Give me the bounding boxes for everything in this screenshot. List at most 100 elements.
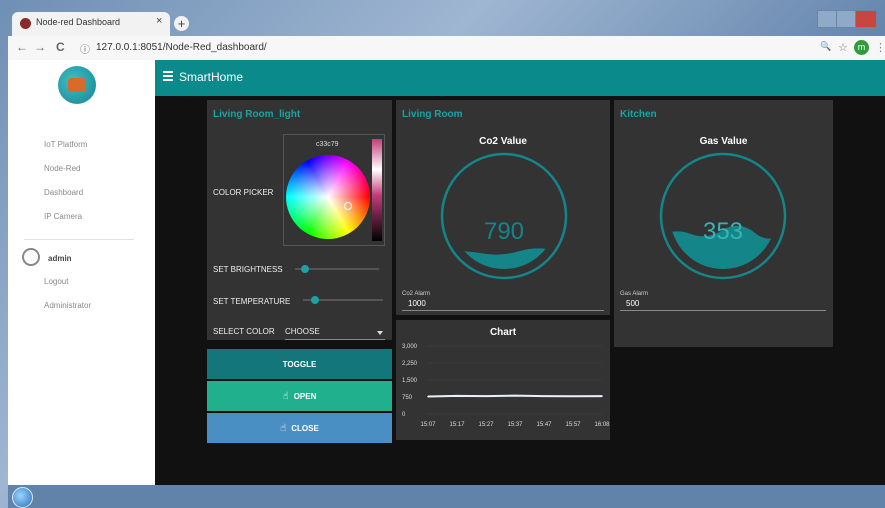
url-text: 127.0.0.1:8051/Node-Red_dashboard/ bbox=[96, 42, 267, 53]
gas-alarm-value[interactable]: 500 bbox=[626, 299, 639, 308]
new-tab-button[interactable]: + bbox=[174, 16, 189, 31]
kitchen-panel: Kitchen Gas Value 353 Gas Alarm 500 bbox=[614, 100, 833, 347]
panel-title: Kitchen bbox=[620, 109, 657, 120]
hand-pointer-icon: ☝ bbox=[282, 390, 289, 402]
minimize-button[interactable] bbox=[817, 10, 837, 28]
color-shade-slider[interactable] bbox=[372, 139, 382, 241]
user-icon bbox=[22, 248, 40, 266]
open-button[interactable]: ☝ OPEN bbox=[207, 381, 392, 411]
co2-alarm-value[interactable]: 1000 bbox=[408, 299, 426, 308]
chart-title: Chart bbox=[489, 327, 517, 338]
gas-gauge: 353 bbox=[659, 152, 787, 280]
sidebar-item-logout[interactable]: Logout bbox=[44, 277, 68, 286]
x-tick-label: 15:17 bbox=[449, 422, 465, 428]
co2-alarm-label: Co2 Alarm bbox=[402, 291, 431, 297]
brightness-label: SET BRIGHTNESS bbox=[213, 265, 283, 274]
chart-point bbox=[485, 395, 487, 397]
chart-panel: Chart 3,000 2,250 1,500 750 0 15:07 15:17 15:27… bbox=[396, 320, 610, 440]
x-tick-label: 16:08 bbox=[594, 422, 610, 428]
close-button-label: CLOSE bbox=[291, 423, 319, 433]
y-tick-label: 0 bbox=[402, 412, 406, 418]
sidebar-item-node-red[interactable]: Node-Red bbox=[44, 164, 80, 173]
favicon-icon bbox=[20, 18, 31, 29]
close-button[interactable]: ☝ CLOSE bbox=[207, 413, 392, 443]
sidebar-item-administrator[interactable]: Administrator bbox=[44, 301, 91, 310]
windows-start-button[interactable] bbox=[12, 487, 33, 508]
app-title: SmartHome bbox=[179, 70, 244, 84]
tab-title: Node-red Dashboard bbox=[36, 17, 121, 27]
chart-point bbox=[514, 394, 516, 397]
sidebar-item-ip-camera[interactable]: IP Camera bbox=[44, 212, 82, 221]
zoom-icon[interactable]: 🔍 bbox=[820, 41, 831, 52]
y-tick-label: 2,250 bbox=[402, 361, 418, 367]
window-close-button[interactable] bbox=[855, 10, 877, 28]
site-info-icon[interactable]: ⓘ bbox=[80, 41, 90, 56]
temperature-slider-knob[interactable] bbox=[311, 296, 319, 304]
temperature-slider[interactable] bbox=[303, 296, 383, 304]
living-room-panel: Living Room Co2 Value 790 Co2 Alarm 1000 bbox=[396, 100, 610, 315]
open-button-label: OPEN bbox=[293, 391, 317, 401]
toggle-button-label: TOGGLE bbox=[282, 359, 317, 369]
gas-gauge-value: 353 bbox=[703, 218, 743, 245]
x-tick-label: 15:27 bbox=[478, 422, 494, 428]
tab-close-icon[interactable]: × bbox=[156, 15, 162, 27]
chart-point bbox=[601, 395, 603, 397]
chart-point bbox=[543, 395, 545, 397]
back-icon[interactable]: ← bbox=[16, 40, 28, 54]
sidebar-divider bbox=[24, 239, 134, 240]
chevron-down-icon bbox=[377, 331, 383, 335]
app-logo bbox=[58, 66, 96, 104]
x-tick-label: 15:07 bbox=[420, 422, 436, 428]
color-picker-label: COLOR PICKER bbox=[213, 188, 274, 197]
select-color-label: SELECT COLOR bbox=[213, 327, 275, 336]
dropdown-underline bbox=[285, 339, 385, 340]
light-control-panel: Living Room_light COLOR PICKER c33c79 SE… bbox=[207, 100, 392, 340]
brightness-slider[interactable] bbox=[295, 265, 379, 273]
reload-icon[interactable]: C bbox=[56, 40, 65, 54]
y-tick-label: 750 bbox=[402, 395, 413, 401]
panel-title: Living Room_light bbox=[213, 109, 301, 120]
color-wheel[interactable] bbox=[286, 155, 370, 239]
y-tick-label: 1,500 bbox=[402, 378, 418, 384]
y-tick-label: 3,000 bbox=[402, 344, 418, 350]
sidebar-item-dashboard[interactable]: Dashboard bbox=[44, 188, 83, 197]
select-color-value: CHOOSE bbox=[285, 327, 320, 336]
hand-pointer-icon: ☝ bbox=[280, 422, 287, 434]
color-wheel-handle[interactable] bbox=[344, 202, 352, 210]
gas-gauge-title: Gas Value bbox=[699, 136, 748, 147]
address-bar: ← → C ⓘ 127.0.0.1:8051/Node-Red_dashboar… bbox=[8, 36, 885, 60]
brightness-slider-knob[interactable] bbox=[301, 265, 310, 273]
chart-point bbox=[456, 395, 458, 397]
x-tick-label: 15:47 bbox=[536, 422, 552, 428]
sidebar-item-iot-platform[interactable]: IoT Platform bbox=[44, 140, 87, 149]
gas-alarm-label: Gas Alarm bbox=[620, 291, 649, 297]
x-tick-label: 15:37 bbox=[507, 422, 523, 428]
forward-icon[interactable]: → bbox=[34, 40, 46, 54]
user-name: admin bbox=[48, 254, 72, 263]
toggle-button[interactable]: TOGGLE bbox=[207, 349, 392, 379]
os-taskbar bbox=[8, 485, 885, 508]
profile-avatar[interactable]: m bbox=[854, 40, 869, 55]
co2-line-chart: 3,000 2,250 1,500 750 0 15:07 15:17 15:27 15:37 1… bbox=[402, 344, 610, 428]
temperature-label: SET TEMPERATURE bbox=[213, 297, 291, 306]
select-color-dropdown[interactable]: CHOOSE bbox=[285, 325, 385, 340]
x-tick-label: 15:57 bbox=[565, 422, 581, 428]
tab-strip: Node-red Dashboard × + bbox=[8, 10, 885, 36]
gas-alarm-underline bbox=[620, 310, 826, 311]
chart-point bbox=[572, 395, 574, 398]
browser-tab[interactable]: Node-red Dashboard × bbox=[12, 12, 170, 36]
color-hex-value: c33c79 bbox=[316, 141, 339, 148]
co2-gauge: 790 bbox=[440, 152, 568, 280]
url-field[interactable]: ⓘ 127.0.0.1:8051/Node-Red_dashboard/ bbox=[80, 39, 800, 57]
hamburger-menu-icon[interactable] bbox=[163, 71, 173, 81]
sidebar: IoT Platform Node-Red Dashboard IP Camer… bbox=[8, 60, 155, 485]
co2-gauge-title: Co2 Value bbox=[479, 136, 527, 147]
color-picker[interactable]: c33c79 bbox=[283, 134, 385, 246]
panel-title: Living Room bbox=[402, 109, 463, 120]
logo-icon bbox=[68, 78, 86, 92]
app-header: SmartHome bbox=[155, 60, 885, 96]
co2-gauge-value: 790 bbox=[484, 218, 524, 245]
bookmark-star-icon[interactable]: ☆ bbox=[838, 41, 848, 54]
browser-menu-icon[interactable]: ⋮ bbox=[875, 41, 885, 54]
maximize-button[interactable] bbox=[836, 10, 856, 28]
